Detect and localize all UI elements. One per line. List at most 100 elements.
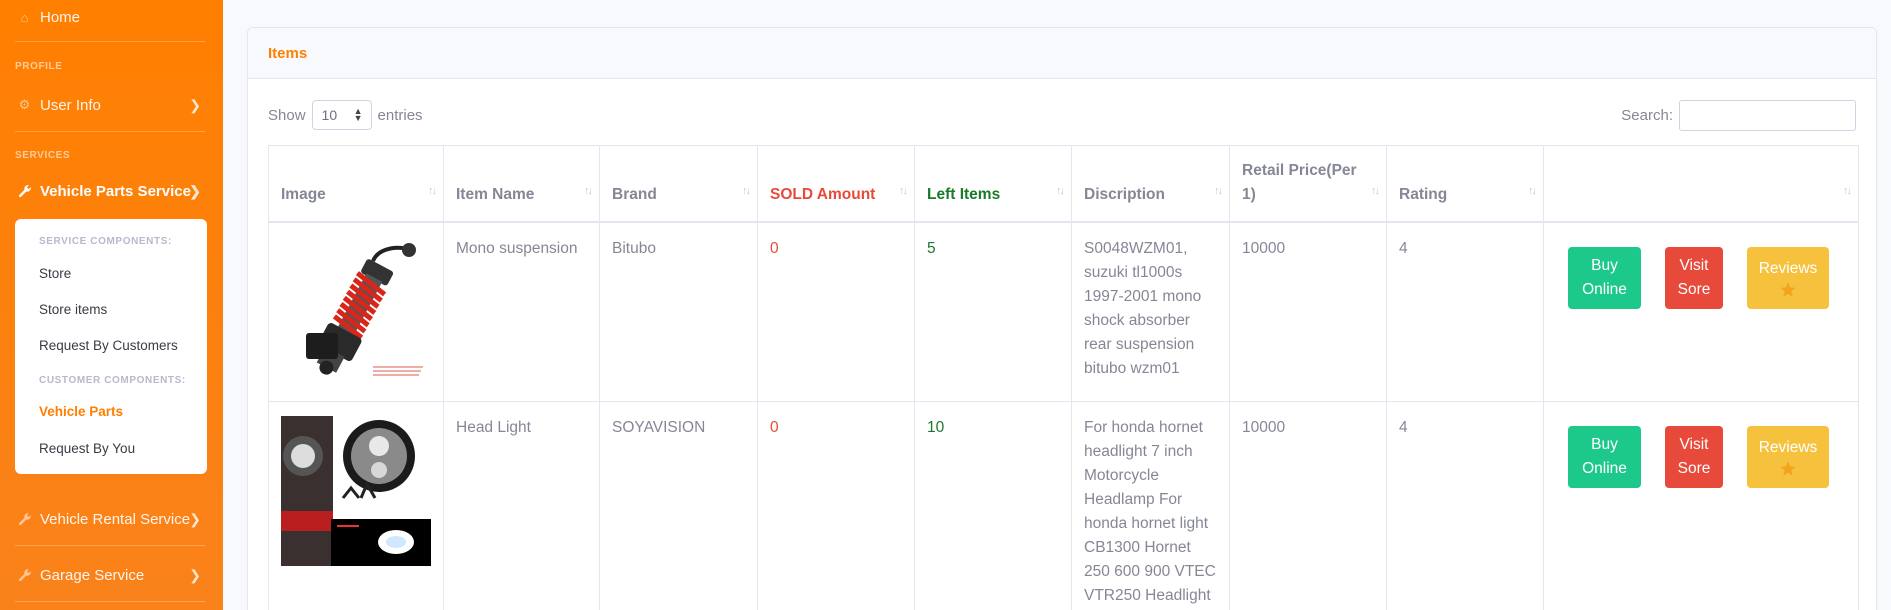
sidebar-divider <box>15 41 205 42</box>
table-search: Search: <box>1621 100 1856 131</box>
nav-vehicle-rental-service[interactable]: Vehicle Rental Service ❯ <box>0 508 223 530</box>
submenu-item-vehicle-parts[interactable]: Vehicle Parts <box>39 404 123 419</box>
nav-user-info-label: User Info <box>40 96 101 114</box>
service-components-heading: SERVICE COMPONENTS: <box>39 236 172 247</box>
card-header: Items <box>248 28 1876 79</box>
nav-vehicle-parts-service[interactable]: Vehicle Parts Service ❯ <box>0 180 223 202</box>
gear-icon: ⚙ <box>18 97 31 112</box>
row-actions: Buy Online Visit Sore Reviews ★ <box>1556 235 1846 309</box>
chevron-right-icon: ❯ <box>189 566 201 583</box>
column-header-image[interactable]: Image ↑↓ <box>268 145 444 223</box>
nav-garage-service[interactable]: Garage Service ❯ <box>0 564 223 586</box>
description-cell: S0048WZM01, suzuki tl1000s 1997-2001 mon… <box>1071 221 1230 402</box>
chevron-right-icon: ❯ <box>189 96 201 113</box>
card-title: Items <box>268 45 308 62</box>
buy-online-button[interactable]: Buy Online <box>1568 246 1641 309</box>
header-label: Brand <box>612 185 657 203</box>
sidebar-divider <box>15 545 205 546</box>
nav-garage-service-label: Garage Service <box>40 566 145 584</box>
wrench-icon <box>17 184 32 199</box>
vehicle-parts-submenu: SERVICE COMPONENTS: Store Store items Re… <box>15 219 207 474</box>
description-cell: For honda hornet headlight 7 inch Motorc… <box>1071 400 1230 610</box>
items-card: Items Show 10 ▲ ▼ entries Search: Image ↑↓… <box>247 27 1877 610</box>
header-label: Rating <box>1399 185 1448 203</box>
table-row: Head Light SOYAVISION 0 10 For honda hor… <box>268 400 1859 610</box>
reviews-label: Reviews <box>1758 259 1818 277</box>
column-header-retail-price[interactable]: Retail Price(Per 1) ↑↓ <box>1229 145 1387 223</box>
column-header-item-name[interactable]: Item Name ↑↓ <box>443 145 600 223</box>
submenu-item-store[interactable]: Store <box>39 266 71 281</box>
nav-vehicle-parts-service-label: Vehicle Parts Service <box>40 182 191 200</box>
sidebar: ⌂ Home PROFILE ⚙ User Info ❯ SERVICES Ve… <box>0 0 223 610</box>
items-table: Image ↑↓ Item Name ↑↓ Brand ↑↓ SOLD Amount ↑… <box>268 145 1859 610</box>
rating-cell: 4 <box>1386 400 1544 610</box>
select-arrows-icon: ▲ ▼ <box>353 106 363 123</box>
visit-store-button[interactable]: Visit Sore <box>1665 425 1723 488</box>
item-name-cell: Head Light <box>443 400 600 610</box>
chevron-right-icon: ❯ <box>189 510 201 527</box>
submenu-item-request-by-you[interactable]: Request By You <box>39 441 135 456</box>
services-heading: SERVICES <box>15 150 71 161</box>
nav-home-label: Home <box>40 8 81 26</box>
left-items-cell: 10 <box>914 400 1072 610</box>
entries-select[interactable]: 10 ▲ ▼ <box>311 100 372 130</box>
sort-icon: ↑↓ <box>1528 184 1537 197</box>
actions-cell: Buy Online Visit Sore Reviews ★ <box>1543 221 1859 402</box>
retail-price-cell: 10000 <box>1229 400 1387 610</box>
table-row: Mono suspension Bitubo 0 5 S0048WZM01, s… <box>268 221 1859 402</box>
column-header-left-items[interactable]: Left Items ↑↓ <box>914 145 1072 223</box>
column-header-rating[interactable]: Rating ↑↓ <box>1386 145 1544 223</box>
customer-components-heading: CUSTOMER COMPONENTS: <box>39 375 186 386</box>
sidebar-divider <box>15 131 205 132</box>
reviews-button[interactable]: Reviews ★ <box>1747 425 1829 488</box>
entries-length-control: Show 10 ▲ ▼ entries <box>268 100 423 130</box>
search-input[interactable] <box>1679 100 1856 131</box>
sidebar-divider <box>15 601 205 602</box>
item-image-cell <box>268 400 444 610</box>
sort-icon: ↑↓ <box>899 184 908 197</box>
item-name-cell: Mono suspension <box>443 221 600 402</box>
sort-icon: ↑↓ <box>742 184 751 197</box>
sold-amount-cell: 0 <box>757 400 915 610</box>
brand-cell: SOYAVISION <box>599 400 758 610</box>
sort-icon: ↑↓ <box>428 184 437 197</box>
submenu-item-store-items[interactable]: Store items <box>39 302 107 317</box>
sort-icon: ↑↓ <box>1371 184 1380 197</box>
retail-price-cell: 10000 <box>1229 221 1387 402</box>
star-icon: ★ <box>1779 279 1797 300</box>
home-icon: ⌂ <box>20 9 29 25</box>
reviews-label: Reviews <box>1758 438 1818 456</box>
item-image-cell <box>268 221 444 402</box>
table-header-row: Image ↑↓ Item Name ↑↓ Brand ↑↓ SOLD Amount ↑… <box>268 145 1859 223</box>
header-label: Item Name <box>456 185 535 203</box>
nav-vehicle-rental-service-label: Vehicle Rental Service <box>40 510 191 528</box>
nav-user-info[interactable]: ⚙ User Info ❯ <box>0 94 223 116</box>
search-label: Search: <box>1621 107 1673 124</box>
row-actions: Buy Online Visit Sore Reviews ★ <box>1556 414 1846 488</box>
left-items-cell: 5 <box>914 221 1072 402</box>
sort-icon: ↑↓ <box>1843 184 1852 197</box>
nav-home[interactable]: ⌂ Home <box>0 6 223 28</box>
header-label: Left Items <box>927 185 1001 203</box>
column-header-brand[interactable]: Brand ↑↓ <box>599 145 758 223</box>
column-header-actions[interactable]: ↑↓ <box>1543 145 1859 223</box>
sort-icon: ↑↓ <box>1056 184 1065 197</box>
buy-online-button[interactable]: Buy Online <box>1568 425 1641 488</box>
entries-label: entries <box>377 106 423 124</box>
sort-icon: ↑↓ <box>1214 184 1223 197</box>
visit-store-button[interactable]: Visit Sore <box>1665 246 1723 309</box>
column-header-sold-amount[interactable]: SOLD Amount ↑↓ <box>757 145 915 223</box>
header-label: Image <box>281 185 326 203</box>
profile-heading: PROFILE <box>15 61 63 72</box>
rating-cell: 4 <box>1386 221 1544 402</box>
star-icon: ★ <box>1779 458 1797 479</box>
header-label: Retail Price(Per 1) <box>1242 161 1357 203</box>
wrench-icon <box>17 512 32 527</box>
entries-select-value: 10 <box>321 107 338 123</box>
headlight-image <box>281 415 431 566</box>
submenu-item-request-by-customers[interactable]: Request By Customers <box>39 338 178 353</box>
shock-absorber-image <box>281 236 431 387</box>
column-header-description[interactable]: Discription ↑↓ <box>1071 145 1230 223</box>
show-label: Show <box>268 106 306 124</box>
reviews-button[interactable]: Reviews ★ <box>1747 246 1829 309</box>
